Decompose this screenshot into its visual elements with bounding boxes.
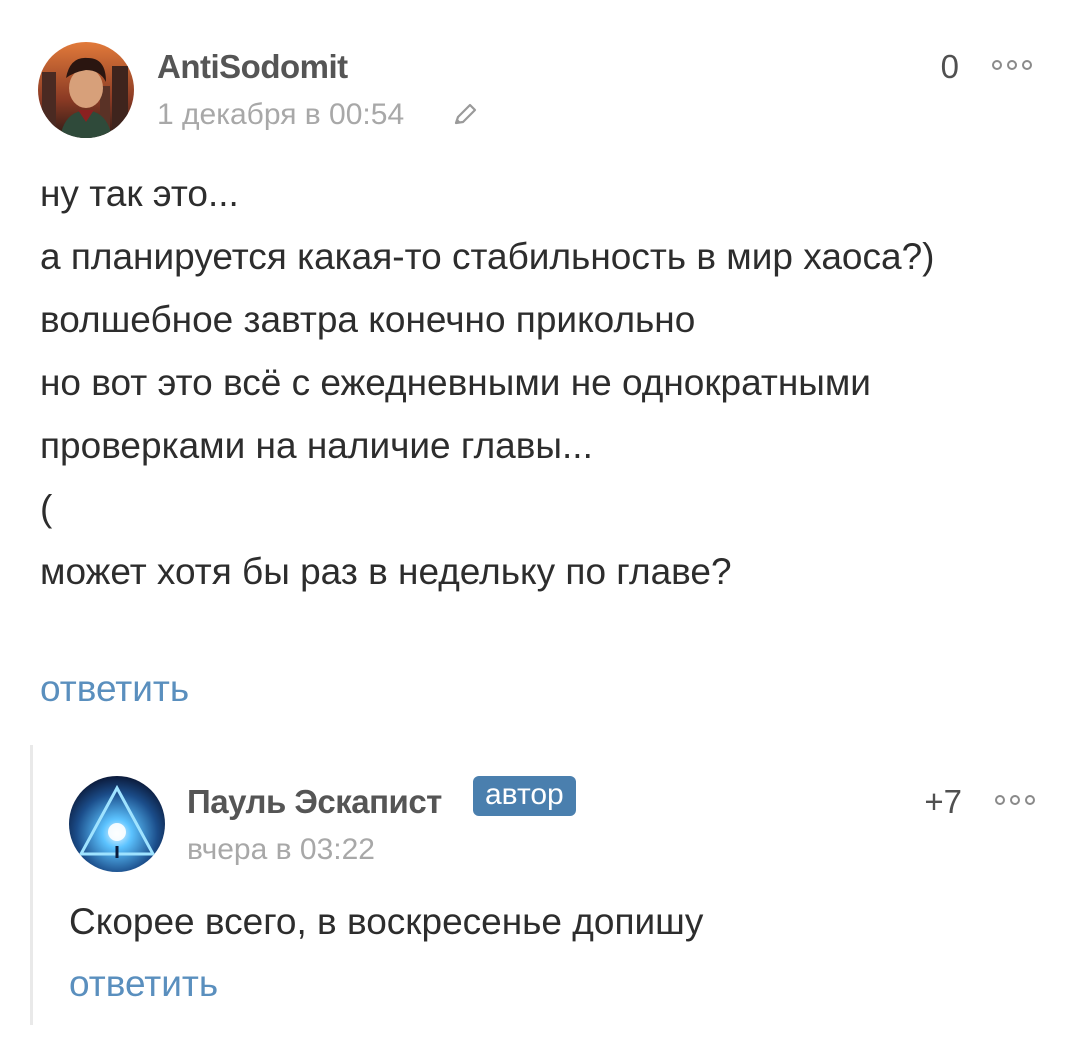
author-name[interactable]: AntiSodomit: [157, 48, 348, 86]
comment-text: ну так это... а планируется какая-то ста…: [40, 173, 935, 592]
reply-link[interactable]: ответить: [40, 668, 189, 710]
avatar-icon: [38, 42, 134, 138]
user-avatar[interactable]: [69, 776, 165, 872]
more-options-icon[interactable]: [990, 57, 1034, 73]
avatar-icon: [69, 776, 165, 872]
author-badge: автор: [473, 776, 576, 816]
comment-rating: +7: [924, 783, 962, 820]
comment-text: Скорее всего, в воскресенье допишу: [69, 901, 704, 942]
comment-time: вчера в 03:22: [187, 833, 375, 866]
comment-time: 1 декабря в 00:54: [157, 98, 405, 131]
pencil-icon: [454, 103, 477, 125]
reply-link[interactable]: ответить: [69, 963, 218, 1005]
user-avatar[interactable]: [38, 42, 134, 138]
author-name[interactable]: Пауль Эскапист: [187, 783, 442, 821]
more-options-icon[interactable]: [993, 792, 1037, 808]
comment-rating: 0: [940, 48, 959, 85]
reply-comment: Пауль Эскапист автор вчера в 03:22 +7 Ск…: [30, 745, 1051, 1025]
